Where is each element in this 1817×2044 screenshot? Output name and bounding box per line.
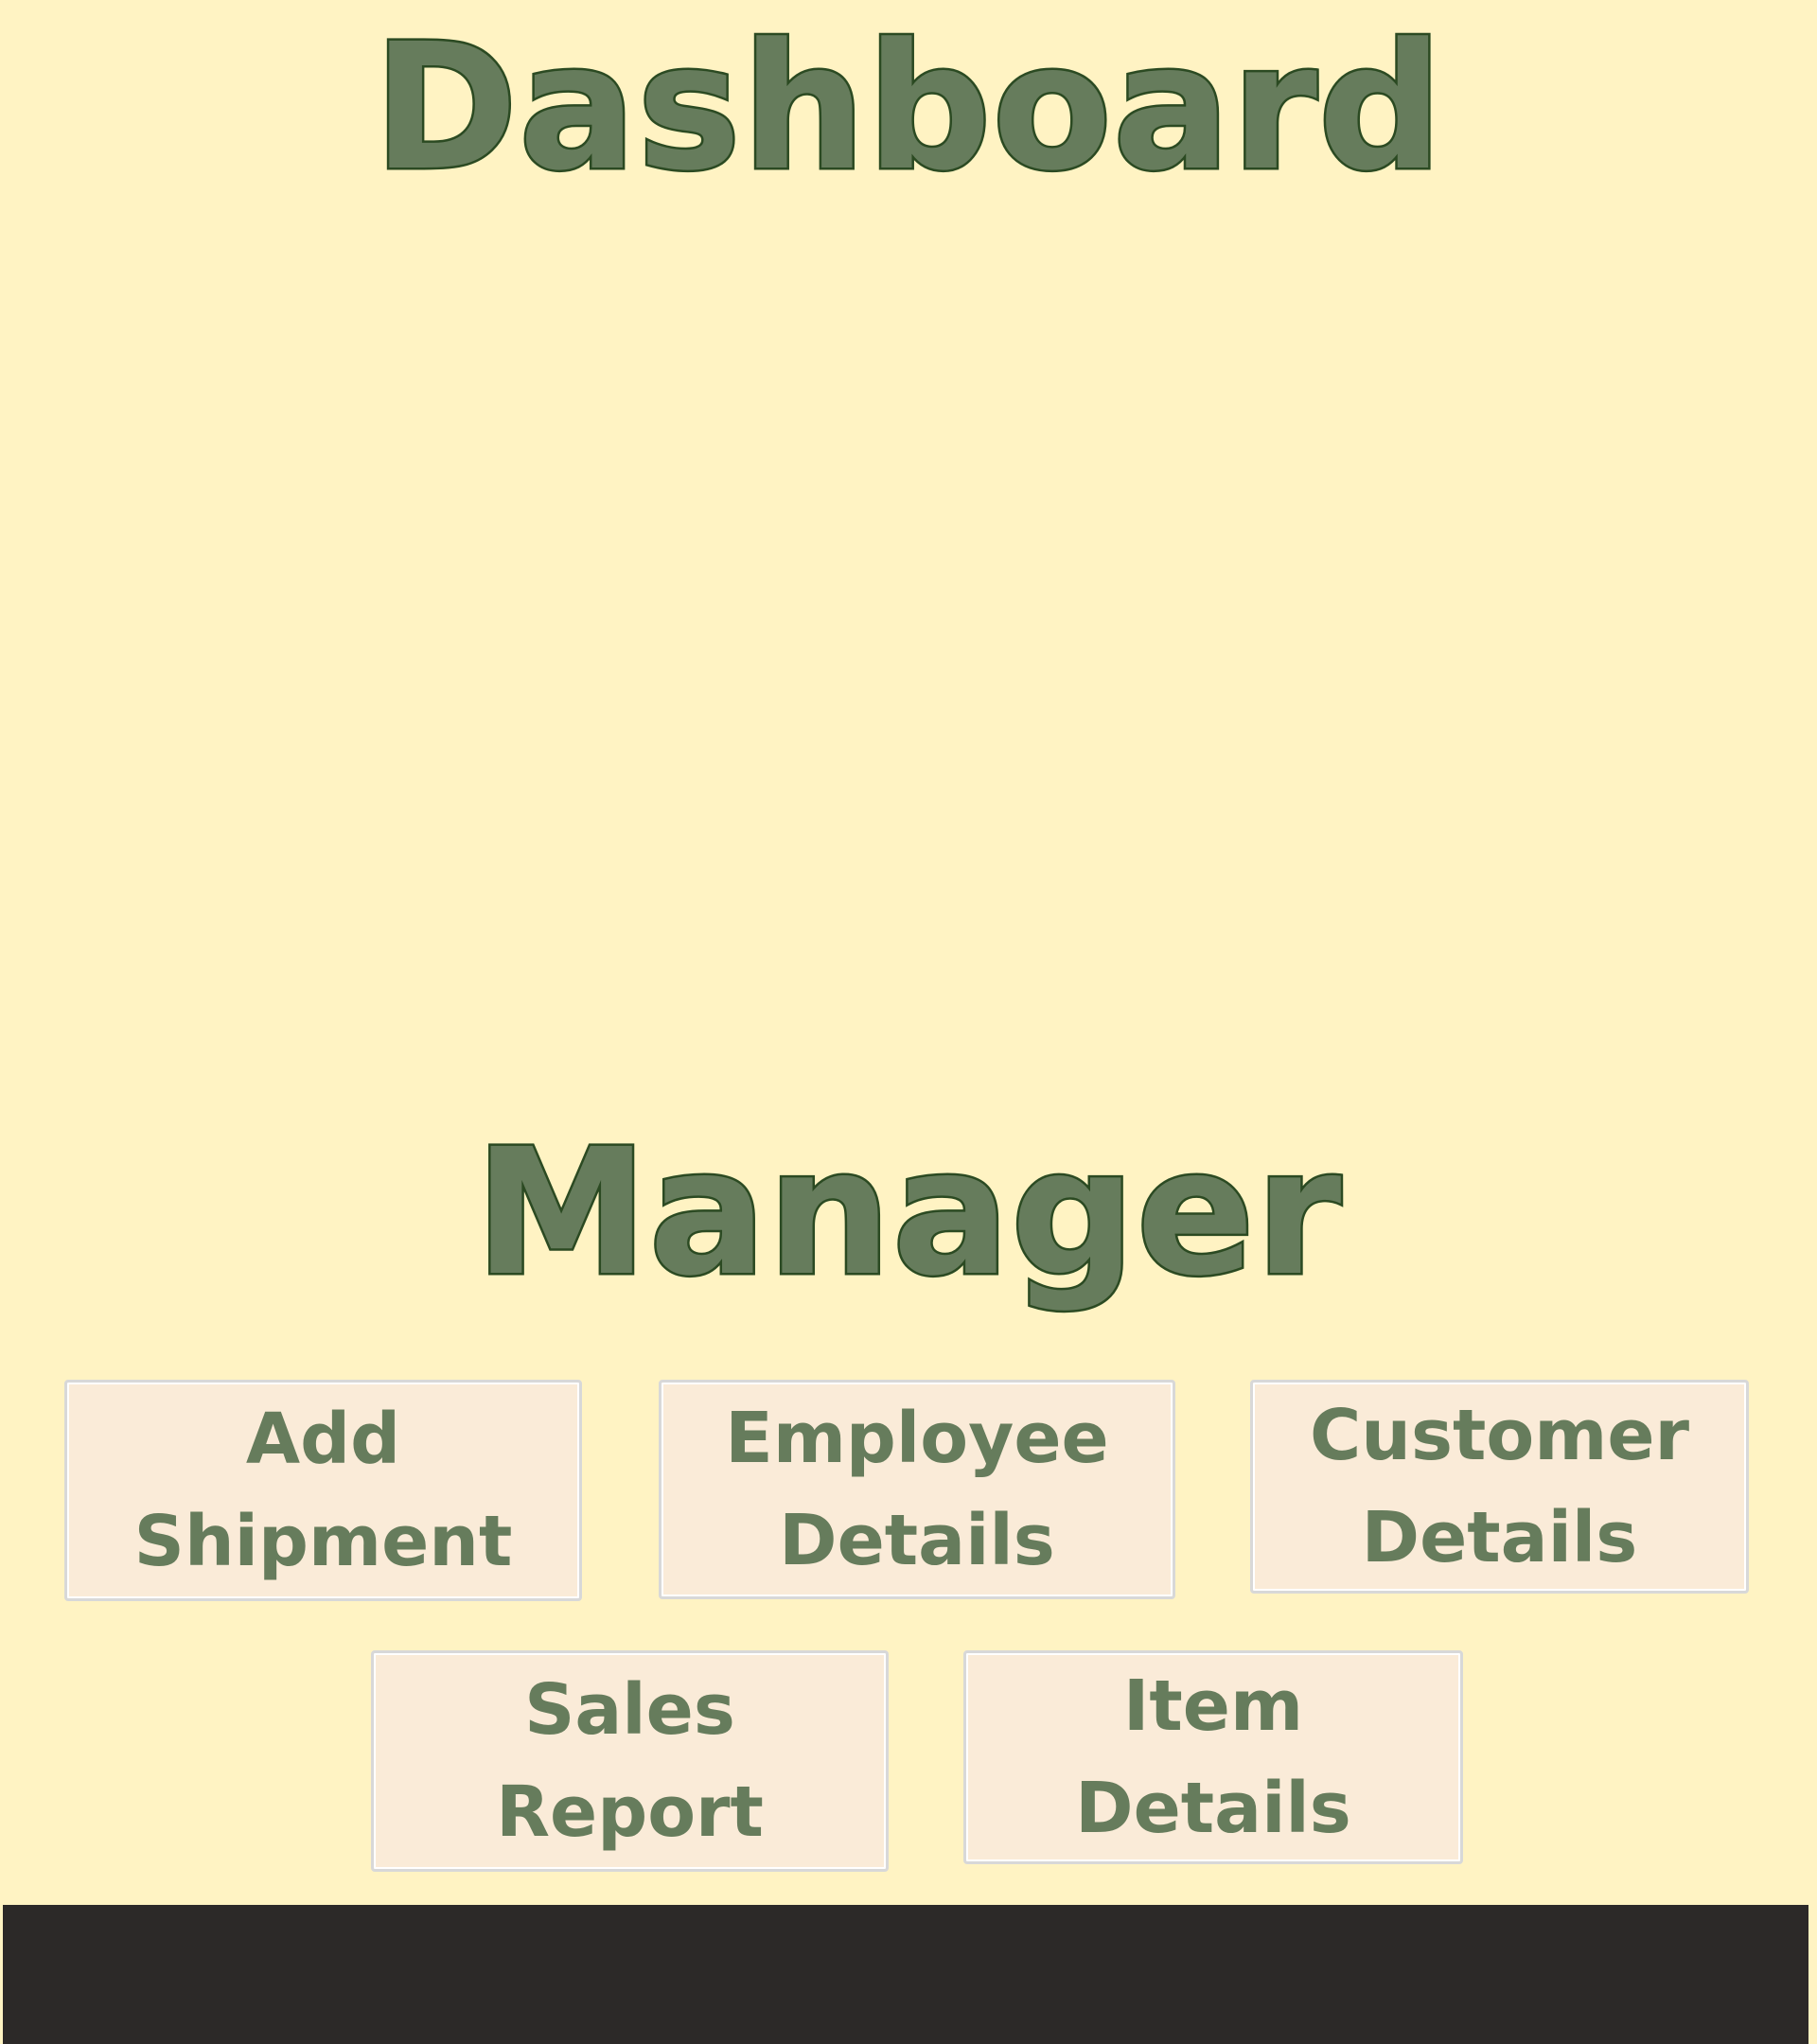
footer-bar <box>3 1905 1808 2044</box>
sales-report-label: Sales Report <box>496 1669 764 1853</box>
customer-details-label: Customer Details <box>1309 1395 1690 1578</box>
employee-details-button[interactable]: Employee Details <box>659 1380 1175 1599</box>
item-details-label: Item Details <box>1075 1665 1351 1849</box>
employee-details-label: Employee Details <box>725 1398 1109 1581</box>
item-details-button[interactable]: Item Details <box>963 1650 1463 1864</box>
customer-details-button[interactable]: Customer Details <box>1250 1380 1749 1594</box>
page-title: Dashboard <box>371 7 1445 209</box>
sales-report-button[interactable]: Sales Report <box>371 1650 889 1872</box>
add-shipment-button[interactable]: Add Shipment <box>64 1380 582 1601</box>
role-heading: Manager <box>472 1112 1344 1314</box>
add-shipment-label: Add Shipment <box>133 1399 513 1582</box>
